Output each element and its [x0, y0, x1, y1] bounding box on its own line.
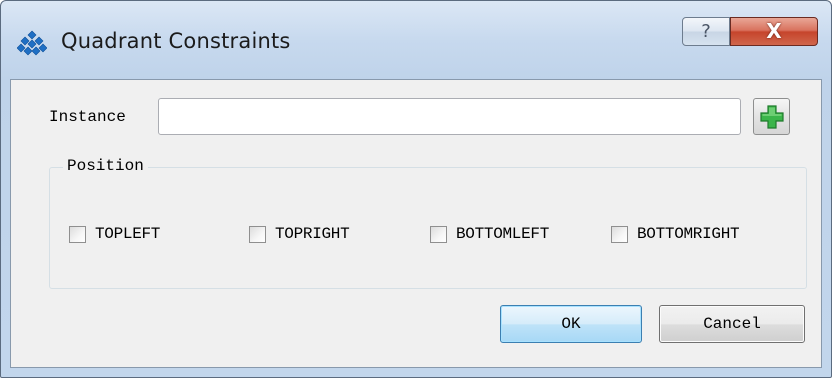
checkbox-bottomleft[interactable]: BOTTOMLEFT: [430, 224, 549, 244]
add-instance-button[interactable]: [753, 98, 790, 135]
instance-input[interactable]: [158, 98, 741, 135]
dialog-body: Instance Position TOPLEFT TOPRIGHT BOTTO…: [10, 79, 822, 368]
checkbox-box[interactable]: [611, 225, 628, 243]
quadrant-constraints-dialog: Quadrant Constraints ? X Instance Positi…: [0, 0, 832, 378]
close-button[interactable]: X: [730, 17, 818, 46]
checkbox-topright[interactable]: TOPRIGHT: [249, 224, 350, 244]
checkbox-label: BOTTOMLEFT: [456, 225, 550, 243]
checkbox-box[interactable]: [430, 225, 447, 243]
diamond-cluster-icon: [17, 30, 47, 56]
ok-button[interactable]: OK: [500, 305, 642, 343]
checkbox-label: TOPLEFT: [95, 225, 161, 243]
checkbox-bottomright[interactable]: BOTTOMRIGHT: [611, 224, 740, 244]
close-icon: X: [766, 19, 782, 43]
checkbox-topleft[interactable]: TOPLEFT: [69, 224, 160, 244]
checkbox-label: BOTTOMRIGHT: [637, 225, 740, 243]
position-group-title: Position: [63, 157, 148, 175]
help-icon: ?: [701, 21, 711, 42]
instance-label: Instance: [49, 108, 126, 126]
title-bar[interactable]: Quadrant Constraints ? X: [1, 1, 831, 79]
cancel-button[interactable]: Cancel: [659, 305, 805, 343]
window-title: Quadrant Constraints: [61, 29, 291, 53]
checkbox-label: TOPRIGHT: [275, 225, 350, 243]
help-button[interactable]: ?: [682, 17, 730, 46]
checkbox-box[interactable]: [69, 225, 86, 243]
checkbox-box[interactable]: [249, 225, 266, 243]
plus-icon: [760, 105, 784, 129]
